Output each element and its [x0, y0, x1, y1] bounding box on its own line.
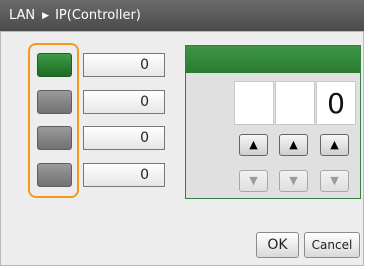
- breadcrumb-arrow-icon: ▶: [42, 10, 50, 21]
- digit-tens[interactable]: [275, 81, 315, 125]
- cancel-button[interactable]: Cancel: [304, 232, 360, 258]
- digit-ones[interactable]: 0: [316, 81, 356, 125]
- octet-4-value[interactable]: 0: [83, 163, 165, 187]
- octet-2-select-button[interactable]: [37, 90, 72, 114]
- octet-2-value[interactable]: 0: [83, 90, 165, 114]
- breadcrumb-lan: LAN: [9, 8, 36, 23]
- tens-down-button[interactable]: ▼: [279, 170, 308, 192]
- ones-down-button[interactable]: ▼: [320, 170, 349, 192]
- digit-editor: 0 ▲ ▲ ▲ ▼ ▼ ▼: [185, 45, 361, 199]
- title-bar: LAN ▶ IP(Controller): [0, 0, 364, 31]
- hundreds-up-button[interactable]: ▲: [239, 134, 268, 156]
- octet-3-value[interactable]: 0: [83, 126, 165, 150]
- breadcrumb-ip-controller: IP(Controller): [55, 8, 141, 23]
- octet-3-select-button[interactable]: [37, 126, 72, 150]
- ok-button[interactable]: OK: [256, 232, 299, 258]
- digit-hundreds[interactable]: [234, 81, 274, 125]
- tens-up-button[interactable]: ▲: [279, 134, 308, 156]
- hundreds-down-button[interactable]: ▼: [239, 170, 268, 192]
- ones-up-button[interactable]: ▲: [320, 134, 349, 156]
- octet-4-select-button[interactable]: [37, 163, 72, 187]
- octet-1-select-button[interactable]: [37, 53, 72, 77]
- digit-editor-header: [186, 46, 360, 73]
- octet-1-value[interactable]: 0: [83, 53, 165, 77]
